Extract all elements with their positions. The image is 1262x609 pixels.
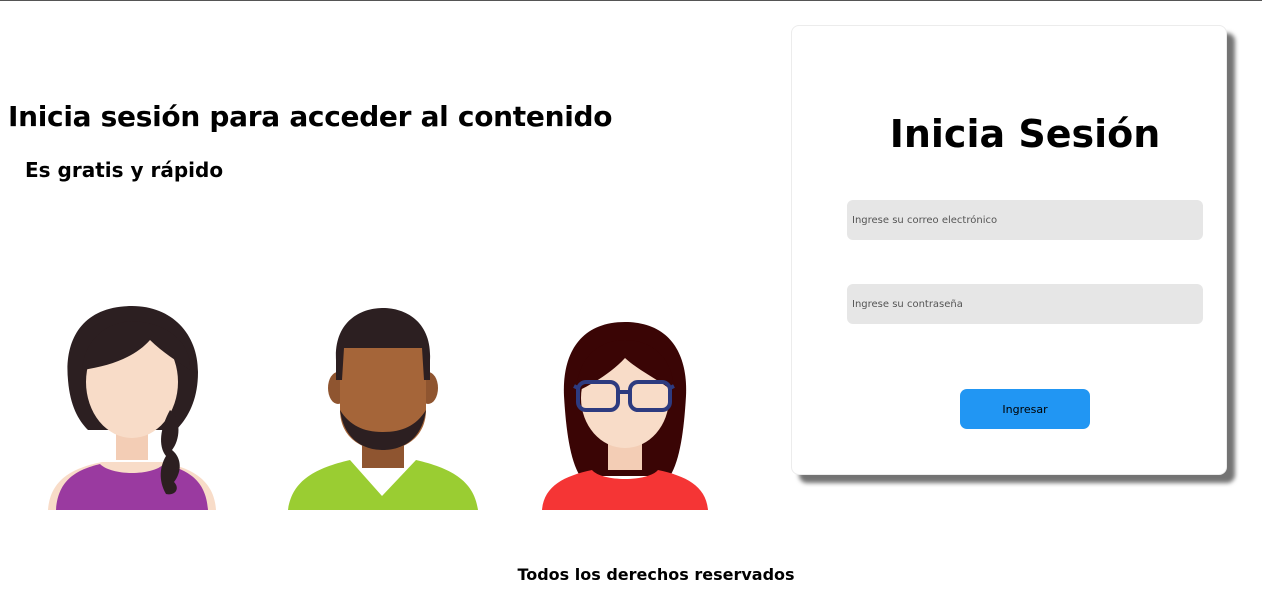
hero-title: Inicia sesión para acceder al contenido — [8, 100, 613, 133]
login-title: Inicia Sesión — [889, 112, 1161, 156]
footer-text: Todos los derechos reservados — [517, 565, 795, 584]
woman-braid-avatar — [42, 300, 222, 510]
hero-subtitle: Es gratis y rápido — [25, 158, 224, 182]
password-field[interactable] — [847, 284, 1203, 324]
top-border — [0, 0, 1262, 1]
login-card: Inicia Sesión Ingresar — [791, 25, 1227, 475]
woman-glasses-avatar — [540, 300, 710, 510]
email-field[interactable] — [847, 200, 1203, 240]
man-beard-avatar — [286, 300, 480, 510]
submit-button[interactable]: Ingresar — [960, 389, 1090, 429]
